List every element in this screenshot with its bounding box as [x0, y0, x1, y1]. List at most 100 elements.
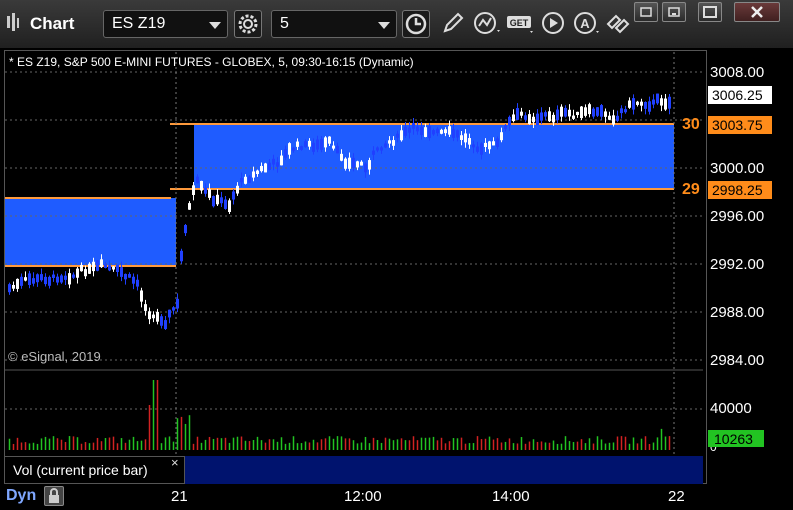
upper-level-tag: 30 — [682, 116, 700, 133]
candle-body — [180, 250, 183, 262]
candle-body — [172, 307, 175, 311]
candle-body — [404, 126, 407, 136]
candle-body — [452, 129, 455, 138]
candle-body — [380, 147, 383, 151]
candle-body — [228, 200, 231, 213]
candle-body — [300, 146, 303, 150]
candle-body — [36, 274, 39, 283]
candle-body — [64, 275, 67, 280]
lower-level-tag: 29 — [682, 181, 700, 198]
candle-body — [284, 149, 287, 158]
candle-body — [552, 114, 555, 123]
candle-body — [460, 135, 463, 140]
candle-body — [568, 109, 571, 117]
candle-body — [668, 96, 671, 109]
candle-body — [640, 101, 643, 106]
volume-panel-bar — [185, 456, 703, 484]
candle-body — [48, 276, 51, 286]
candle-body — [188, 203, 191, 210]
candle-body — [120, 267, 123, 277]
time-tick-label: 21 — [171, 488, 188, 505]
candle-body — [416, 126, 419, 132]
time-tick-label: 22 — [668, 488, 685, 505]
candle-body — [432, 130, 435, 135]
candle-body — [100, 259, 103, 268]
candle-body — [332, 145, 335, 149]
candle-body — [344, 158, 347, 169]
candle-body — [84, 269, 87, 277]
candle-body — [112, 266, 115, 270]
dynamic-mode-label[interactable]: Dyn — [6, 487, 36, 505]
price-tick-label: 2984.00 — [710, 352, 765, 369]
candle-body — [324, 137, 327, 148]
candle-body — [280, 155, 283, 166]
upper-level-price-box: 3003.75 — [708, 116, 772, 134]
candle-body — [448, 126, 451, 135]
candle-body — [80, 264, 83, 272]
candle-body — [500, 132, 503, 141]
candle-body — [272, 158, 275, 165]
candle-body — [236, 185, 239, 194]
lower-level-price: 2998.25 — [712, 182, 763, 198]
candle-body — [44, 276, 47, 285]
candle-body — [244, 176, 247, 184]
candle-body — [268, 162, 271, 170]
candle-body — [352, 157, 355, 168]
lower-level-price-box: 2998.25 — [708, 181, 772, 199]
candle-body — [604, 111, 607, 117]
candle-body — [472, 144, 475, 148]
candle-body — [612, 115, 615, 125]
candle-body — [572, 115, 575, 119]
candle-body — [424, 127, 427, 137]
candle-body — [536, 113, 539, 126]
candle-body — [620, 108, 623, 114]
candle-body — [588, 104, 591, 115]
candle-body — [560, 106, 563, 117]
price-tick-label: 3008.00 — [710, 64, 765, 81]
candle-body — [140, 290, 143, 302]
candle-body — [372, 150, 375, 155]
candle-body — [664, 98, 667, 110]
candle-body — [512, 114, 515, 122]
candle-body — [376, 147, 379, 151]
candle-body — [556, 109, 559, 121]
chart-info-line: * ES Z19, S&P 500 E-MINI FUTURES - GLOBE… — [9, 55, 414, 69]
candle-body — [160, 316, 163, 326]
candle-body — [360, 161, 363, 166]
candle-body — [616, 115, 619, 121]
prior-zone — [5, 198, 176, 266]
candle-body — [92, 261, 95, 272]
volume-series — [8, 380, 671, 450]
candle-body — [204, 187, 207, 194]
candle-body — [200, 180, 203, 191]
candle-body — [124, 273, 127, 280]
candle-body — [128, 274, 131, 278]
volume-panel-label: Vol (current price bar) — [4, 456, 185, 484]
candle-body — [224, 199, 227, 209]
candle-body — [320, 138, 323, 150]
candle-body — [168, 309, 171, 318]
candle-body — [400, 130, 403, 141]
lock-button[interactable] — [44, 486, 64, 506]
candle-body — [52, 274, 55, 278]
candle-body — [564, 107, 567, 117]
candle-body — [468, 138, 471, 145]
candle-body — [192, 185, 195, 195]
candle-body — [220, 197, 223, 204]
candle-body — [636, 101, 639, 105]
candle-body — [340, 153, 343, 161]
candle-body — [384, 143, 387, 148]
candle-body — [76, 268, 79, 278]
chart-canvas[interactable] — [0, 0, 793, 510]
candle-body — [516, 108, 519, 120]
current-price-value: 3006.25 — [712, 87, 763, 103]
candle-body — [544, 112, 547, 117]
candle-body — [148, 311, 151, 320]
time-tick-label: 12:00 — [344, 488, 382, 505]
candle-body — [72, 274, 75, 278]
price-tick-label: 3000.00 — [710, 160, 765, 177]
volume-panel-close-icon[interactable]: × — [171, 455, 179, 470]
candle-body — [440, 129, 443, 134]
candle-body — [16, 278, 19, 289]
price-zones — [5, 123, 674, 267]
